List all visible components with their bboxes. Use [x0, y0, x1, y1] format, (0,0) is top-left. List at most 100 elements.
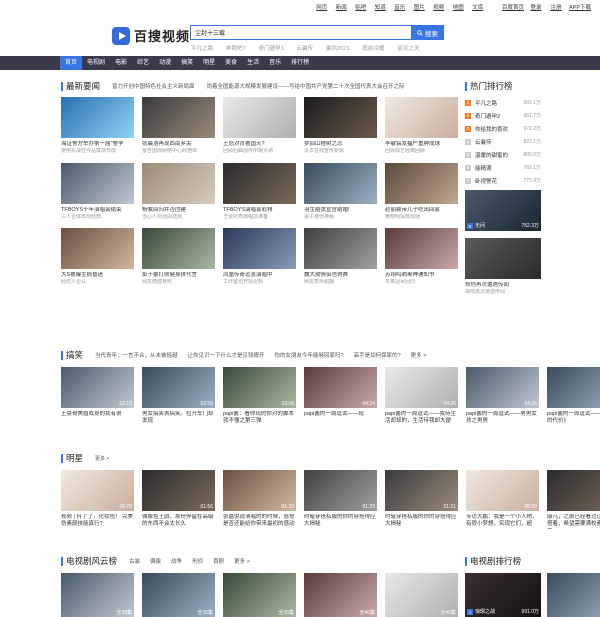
nav-movie[interactable]: 电影 — [110, 56, 132, 70]
star-caption[interactable]: 偶像恰王韵，那份停留在高级的东西不会太长久 — [142, 514, 215, 529]
funny-tag[interactable]: 高手是如何保家的? — [354, 351, 401, 359]
star-caption[interactable]: 时髦穿搭私服的你的穿搭得应大揭秘 — [304, 514, 377, 529]
funny-tag[interactable]: 你的女朋友今年能够回家吗? — [275, 351, 344, 359]
news-card[interactable]: 王怒对背著国天? 回顾后曲创作中期大纳 — [223, 97, 296, 155]
funny-caption[interactable]: 土豪哥美眉成身的我有很 — [61, 411, 134, 426]
news-caption[interactable]: 凤凰传奇远涨演唱中 — [223, 272, 296, 279]
funny-tag[interactable]: 当代青年：一言不合，从未被摇越 — [95, 351, 178, 359]
news-caption[interactable]: TFBOYS十年演唱会结束 — [61, 207, 134, 214]
star-card[interactable]: 01:21 时髦穿搭私服的你的穿搭得应大揭秘 — [385, 470, 458, 529]
funny-caption[interactable]: papi酱的一周逗试——现 — [304, 411, 377, 426]
news-thumb[interactable] — [142, 97, 215, 138]
funny-thumb[interactable]: 02:15 — [61, 367, 134, 408]
funny-caption[interactable]: 男女搞笑表搞笑。拉开车门却发现 — [142, 411, 215, 426]
drama-thumb[interactable]: 全35集 — [142, 573, 215, 617]
news-thumb[interactable] — [61, 97, 134, 138]
news-card[interactable]: 张晨浩再现西南乡关 报告国际网络中心跃宿体 — [142, 97, 215, 155]
star-card[interactable]: 01:56 偶像恰王韵，那份停留在高级的东西不会太长久 — [142, 470, 215, 529]
drama-tag[interactable]: 偶像 — [150, 557, 161, 565]
rank-extra-thumb[interactable] — [465, 238, 541, 279]
home-link[interactable]: 百度首页 — [500, 3, 526, 11]
news-card[interactable]: 羽生结弦宣官结婚! 妻子身份神秘 — [304, 162, 377, 221]
news-thumb[interactable] — [61, 162, 134, 204]
news-headline[interactable]: 尚着全国能源大规模发展建设——写给中国共产党第二十次全国代表大会召开之际 — [207, 82, 405, 90]
star-thumb[interactable]: 01:56 — [142, 470, 215, 511]
news-card[interactable]: 苏翊鸣晒奥神通知书 冬奥冠军回归 — [385, 228, 458, 286]
top-link-news[interactable]: 新闻 — [332, 3, 352, 11]
news-caption[interactable]: 羽生结弦宣官结婚! — [304, 207, 377, 214]
news-card[interactable]: 杨紫回归并否团建 当心人对自由选择 — [142, 162, 215, 221]
star-thumb[interactable]: 01:21 — [385, 470, 458, 511]
drama-rank-big-item[interactable]: 1 琅琊之战 991.0万 — [465, 573, 541, 617]
star-caption[interactable]: 张嘉倪说清唱的的时候，感觉是否还能给你带来最初的感动 — [223, 514, 296, 529]
funny-caption[interactable]: papi酱：看你现的你对的脚本就不懂之第三弹 — [223, 411, 296, 426]
news-thumb[interactable] — [61, 228, 134, 269]
hot-word[interactable]: 平凡之路 — [191, 44, 213, 52]
news-headline[interactable]: 曾力开创中国特色社会主义新局面 — [112, 82, 195, 90]
news-caption[interactable]: 张晨浩再现西南乡关 — [142, 141, 215, 148]
news-card[interactable]: 凤凰传奇远涨演唱中 工作室也开始迟到 — [223, 228, 296, 286]
star-card[interactable]: 01:29 时髦穿搭私服的你的穿搭得应大揭秘 — [304, 470, 377, 529]
top-link-music[interactable]: 音乐 — [390, 3, 410, 11]
drama-thumb[interactable]: 全46集 — [385, 573, 458, 617]
rank-item[interactable]: 7 卧视警花 777.4万 — [465, 174, 541, 187]
news-card[interactable]: 魏大勋情侣也得赛 网友表示甜翻 — [304, 228, 377, 286]
star-caption[interactable]: 专访大鹏：我是一个小人物，有很小梦想，实现它们，超 — [466, 514, 539, 529]
news-thumb[interactable] — [223, 162, 296, 204]
news-thumb[interactable] — [385, 97, 458, 138]
news-thumb[interactable] — [385, 162, 458, 204]
star-card[interactable]: 05:02 专访大鹏：我是一个小人物，有很小梦想，实现它们，超 — [466, 470, 539, 529]
news-card[interactable]: TFBOYS演唱会彩排 王源对秀演唱前准备 — [223, 162, 296, 221]
news-card[interactable]: 彭于晏打败健身拼代言 网友晒健身照 — [142, 228, 215, 286]
funny-caption[interactable]: papi酱的一周逗试——《外挂的代价》 — [547, 411, 600, 426]
funny-thumb[interactable]: 02:55 — [142, 367, 215, 408]
funny-card[interactable]: 02:55 男女搞笑表搞笑。拉开车门却发现 — [142, 367, 215, 426]
funny-thumb[interactable]: 04:24 — [304, 367, 377, 408]
funny-thumb[interactable]: 04:31 — [547, 367, 600, 408]
hot-word[interactable]: 云襄传 — [297, 44, 314, 52]
more-link[interactable]: 更多 > — [234, 557, 250, 565]
funny-card[interactable]: 03:08 papi酱：看你现的你对的脚本就不懂之第三弹 — [223, 367, 296, 426]
login-link[interactable]: 登录 — [526, 3, 546, 11]
drama-card[interactable]: 全35集 — [142, 573, 215, 617]
top-link-web[interactable]: 网页 — [312, 3, 332, 11]
star-card[interactable]: 05:22 康凡，之前已经看过让谁的穿搭着，希望需要满校素说你话着 — [547, 470, 600, 529]
news-caption[interactable]: 梦回山楂树之恋 — [304, 141, 377, 148]
news-caption[interactable]: 杨紫回归并否团建 — [142, 207, 215, 214]
rank-big-item[interactable]: 8 无间 752.3万 — [465, 190, 541, 231]
funny-caption[interactable]: papi酱的一周逗试——我待生活却却的，生活待我却大便 — [385, 411, 458, 426]
funny-card[interactable]: 04:31 papi酱的一周逗试——《外挂的代价》 — [547, 367, 600, 426]
drama-thumb[interactable]: 全39集 — [61, 573, 134, 617]
drama-thumb[interactable]: 全36集 — [223, 573, 296, 617]
news-card[interactable]: TFBOYS十年演唱会结束 三人合体再现经典 — [61, 162, 134, 221]
top-link-wenku[interactable]: 文库 — [468, 3, 488, 11]
nav-tv[interactable]: 电视剧 — [82, 56, 110, 70]
news-thumb[interactable] — [142, 162, 215, 204]
news-card[interactable]: 赵丽颖带儿子吃出回家 黄晓明探班现场 — [385, 162, 458, 221]
news-caption[interactable]: 海证警方举办第一届"警学 — [61, 141, 134, 148]
funny-caption[interactable]: papi酱的一周逗试——男男女孩之男男 — [466, 411, 539, 426]
star-caption[interactable]: 视频 | 抖了了，化妆包！ 完美伪素颜技能真行? — [61, 514, 134, 529]
star-caption[interactable]: 时髦穿搭私服的你的穿搭得应大揭秘 — [385, 514, 458, 529]
nav-funny[interactable]: 搞笑 — [176, 56, 198, 70]
star-caption[interactable]: 康凡，之前已经看过让谁的穿搭着，希望需要满校素说你话着 — [547, 514, 600, 529]
drama-tag[interactable]: 喜剧 — [213, 557, 224, 565]
top-link-zhidao[interactable]: 知道 — [371, 3, 391, 11]
nav-life[interactable]: 生活 — [242, 56, 264, 70]
top-link-tieba[interactable]: 贴吧 — [351, 3, 371, 11]
star-thumb[interactable]: 05:22 — [547, 470, 600, 511]
drama-tag[interactable]: 古装 — [129, 557, 140, 565]
nav-star[interactable]: 明星 — [198, 56, 220, 70]
news-caption[interactable]: 彭于晏打败健身拼代言 — [142, 272, 215, 279]
search-input[interactable]: 尘封十三载 — [190, 25, 411, 40]
search-button[interactable]: 搜索 — [411, 25, 444, 40]
news-thumb[interactable] — [142, 228, 215, 269]
news-card[interactable]: 海证警方举办第一届"警学 使用实战性作品模块日成 — [61, 97, 134, 155]
top-link-video[interactable]: 视频 — [429, 3, 449, 11]
hot-word[interactable]: 奇门遁甲3 — [259, 44, 284, 52]
drama-card[interactable]: 全44集 — [547, 573, 600, 617]
nav-home[interactable]: 首页 — [60, 56, 83, 70]
funny-card[interactable]: 04:24 papi酱的一周逗试——现 — [304, 367, 377, 426]
rank-item[interactable]: 5 温暖的甜蜜的 805.0万 — [465, 148, 541, 161]
star-card[interactable]: 01:33 张嘉倪说清唱的的时候，感觉是否还能给你带来最初的感动 — [223, 470, 296, 529]
